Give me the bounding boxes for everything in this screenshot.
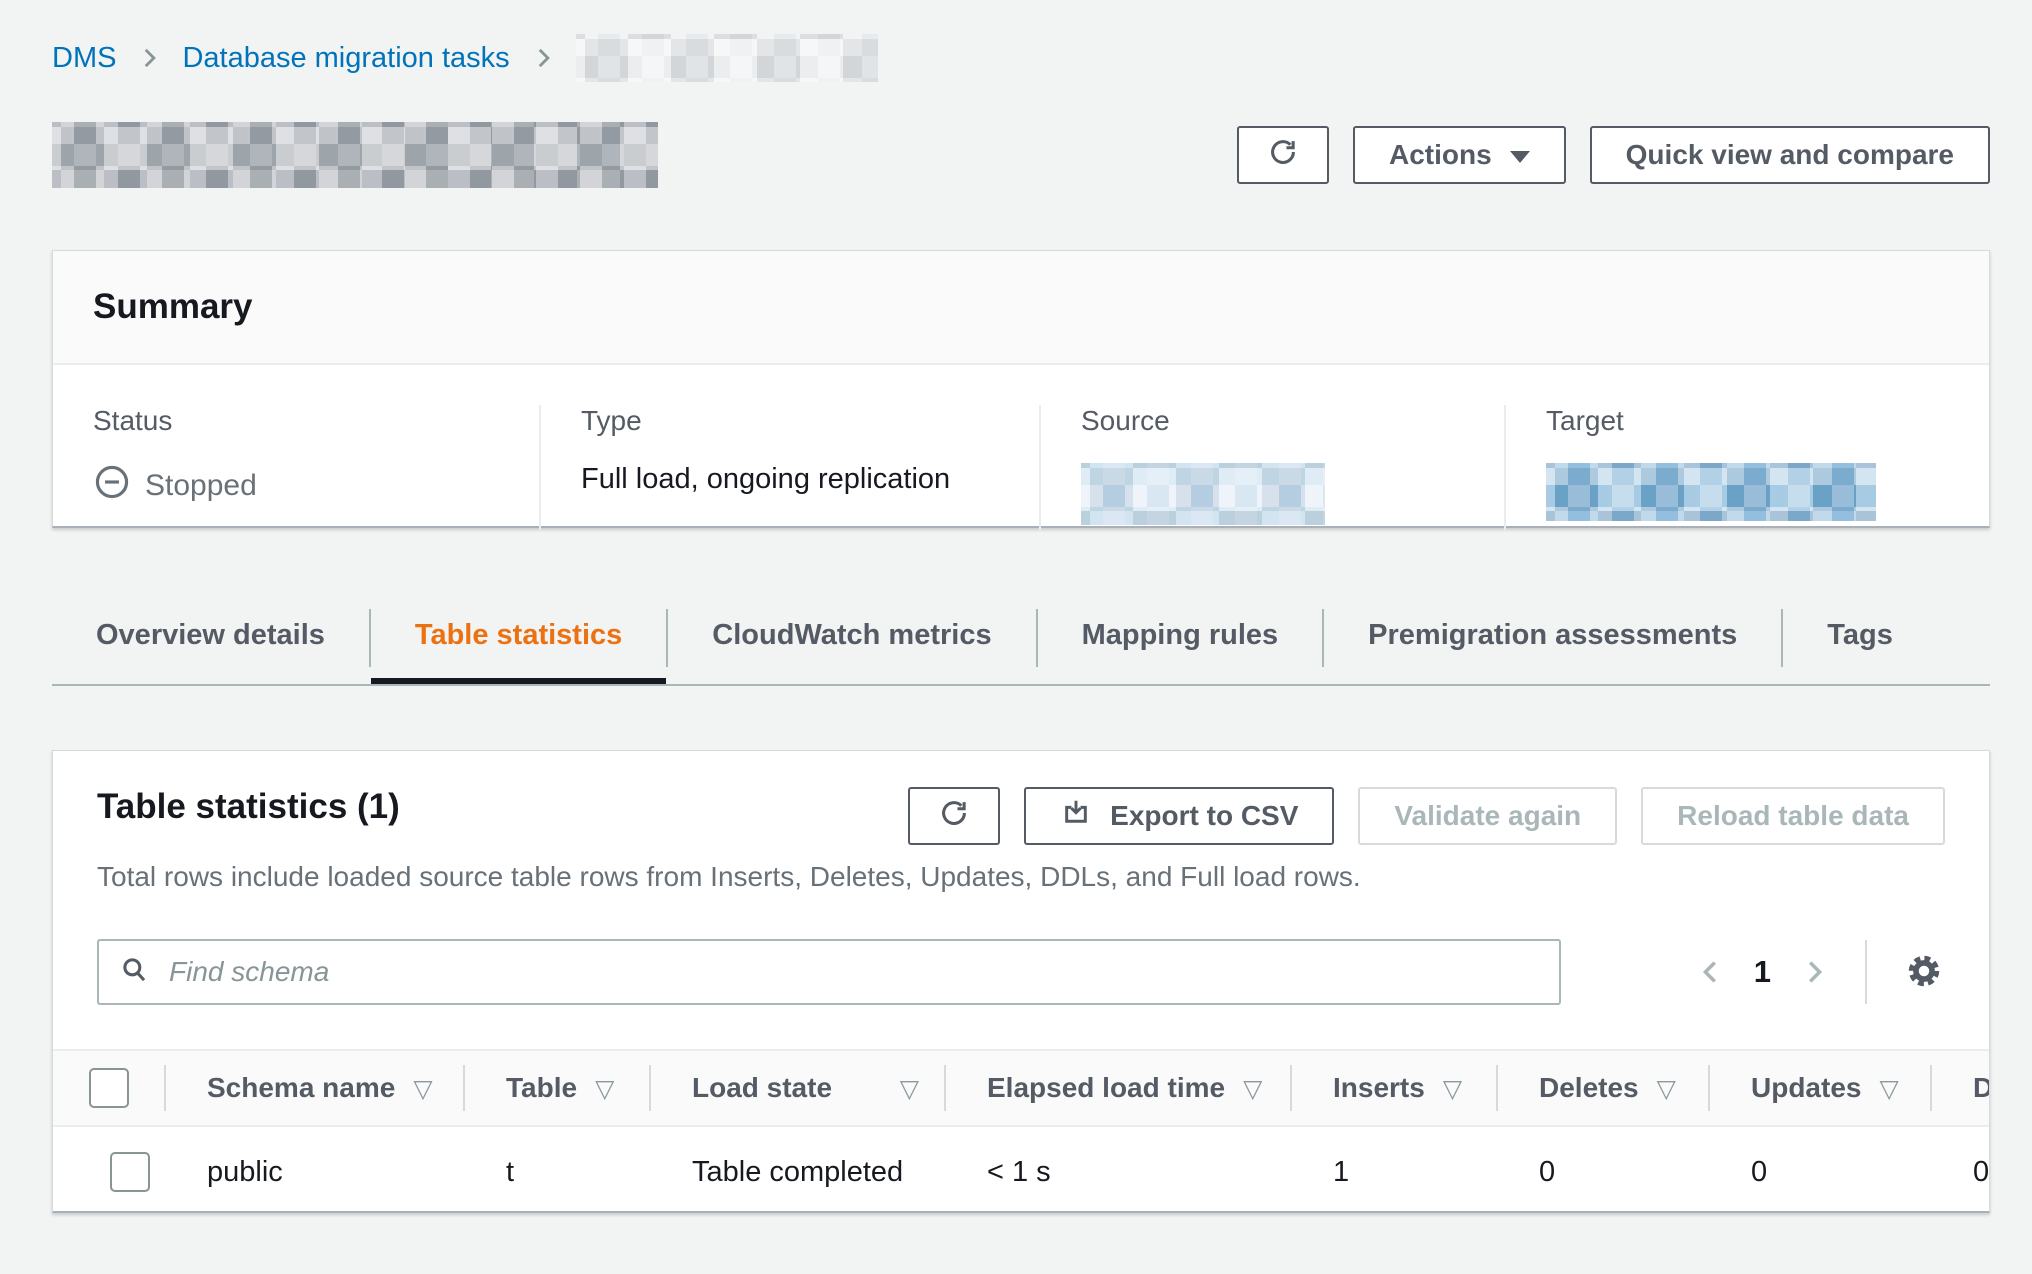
summary-field-target: Target <box>1504 405 1989 530</box>
type-label: Type <box>581 405 1039 437</box>
cell-load-state: Table completed <box>650 1127 945 1213</box>
table-statistics-card: Table statistics (1) Export to <box>52 750 1990 1213</box>
column-header-elapsed-load-time: Elapsed load time <box>945 1051 1291 1125</box>
cell-updates: 0 <box>1709 1127 1931 1213</box>
gear-icon <box>1903 950 1945 995</box>
breadcrumb: DMS Database migration tasks <box>52 34 878 82</box>
validate-again-label: Validate again <box>1394 800 1581 832</box>
cell-deletes: 0 <box>1497 1127 1709 1213</box>
chevron-right-icon <box>136 45 162 71</box>
page-header: Actions Quick view and compare <box>52 122 1990 188</box>
breadcrumb-link-dms[interactable]: DMS <box>52 42 116 75</box>
redacted-page-title <box>52 122 658 188</box>
tab-tags[interactable]: Tags <box>1783 592 1937 684</box>
column-header-load-state: Load state <box>650 1051 945 1125</box>
cell-elapsed-load-time: < 1 s <box>945 1127 1291 1213</box>
schema-search-input[interactable] <box>167 955 1539 989</box>
reload-table-data-button[interactable]: Reload table data <box>1641 787 1945 845</box>
sort-icon[interactable] <box>1879 1074 1898 1102</box>
redacted-source-endpoint-link[interactable] <box>1081 463 1325 525</box>
tab-bar: Overview details Table statistics CloudW… <box>52 592 1990 686</box>
summary-card: Summary Status Stopped Type Full load, o… <box>52 250 1990 528</box>
refresh-icon <box>938 797 970 836</box>
search-icon <box>119 954 151 991</box>
status-label: Status <box>93 405 539 437</box>
sort-icon[interactable] <box>595 1074 614 1102</box>
tab-mapping-rules[interactable]: Mapping rules <box>1038 592 1323 684</box>
redacted-task-name-breadcrumb <box>576 34 878 82</box>
sort-icon[interactable] <box>900 1074 919 1102</box>
tab-table-statistics[interactable]: Table statistics <box>371 592 666 684</box>
column-header-updates: Updates <box>1709 1051 1931 1125</box>
source-label: Source <box>1081 405 1504 437</box>
column-header-deletes: Deletes <box>1497 1051 1709 1125</box>
stopped-status-icon <box>93 463 131 509</box>
column-header-inserts: Inserts <box>1291 1051 1497 1125</box>
table-statistics-description: Total rows include loaded source table r… <box>53 861 1989 893</box>
refresh-icon <box>1267 136 1299 175</box>
download-icon <box>1060 797 1092 836</box>
previous-page-button[interactable] <box>1696 957 1726 987</box>
sort-icon[interactable] <box>1443 1074 1462 1102</box>
quick-view-and-compare-button[interactable]: Quick view and compare <box>1590 126 1990 184</box>
table-statistics-title: Table statistics (1) <box>97 787 400 827</box>
dms-task-page: DMS Database migration tasks Actions <box>0 0 2032 1274</box>
cell-table: t <box>464 1127 650 1213</box>
select-all-checkbox[interactable] <box>89 1068 129 1108</box>
row-checkbox[interactable] <box>110 1152 150 1192</box>
refresh-button[interactable] <box>1237 126 1329 184</box>
tab-cloudwatch-metrics[interactable]: CloudWatch metrics <box>668 592 1035 684</box>
chevron-right-icon <box>530 45 556 71</box>
toolbar-divider <box>1865 940 1867 1004</box>
export-to-csv-label: Export to CSV <box>1110 800 1298 832</box>
quick-view-label: Quick view and compare <box>1626 139 1954 171</box>
actions-button-label: Actions <box>1389 139 1492 171</box>
current-page-number[interactable]: 1 <box>1754 954 1771 990</box>
column-header-ddls: DDLs <box>1931 1051 1990 1125</box>
cell-ddls: 0 <box>1931 1127 1990 1213</box>
reload-table-data-label: Reload table data <box>1677 800 1909 832</box>
summary-title: Summary <box>93 287 253 327</box>
table-refresh-button[interactable] <box>908 787 1000 845</box>
sort-icon[interactable] <box>1243 1074 1262 1102</box>
status-value: Stopped <box>145 469 257 503</box>
summary-body: Status Stopped Type Full load, ongoing r… <box>53 365 1989 529</box>
redacted-target-endpoint-link[interactable] <box>1546 463 1876 521</box>
table-settings-button[interactable] <box>1903 950 1945 995</box>
breadcrumb-link-migration-tasks[interactable]: Database migration tasks <box>182 42 509 75</box>
cell-schema-name: public <box>165 1127 464 1213</box>
sort-icon[interactable] <box>413 1074 432 1102</box>
export-to-csv-button[interactable]: Export to CSV <box>1024 787 1334 845</box>
summary-card-header: Summary <box>53 251 1989 365</box>
pagination: 1 <box>1696 940 1945 1004</box>
summary-field-type: Type Full load, ongoing replication <box>539 405 1039 530</box>
type-value: Full load, ongoing replication <box>581 463 1039 496</box>
caret-down-icon <box>1510 151 1530 163</box>
actions-button[interactable]: Actions <box>1353 126 1566 184</box>
summary-field-status: Status Stopped <box>53 405 539 530</box>
column-header-table: Table <box>464 1051 650 1125</box>
next-page-button[interactable] <box>1799 957 1829 987</box>
summary-field-source: Source <box>1039 405 1504 530</box>
table-row: public t Table completed < 1 s 1 0 0 0 <box>53 1127 1990 1213</box>
table-statistics-table: Schema name Table Load state Elapsed loa… <box>53 1049 1990 1213</box>
sort-icon[interactable] <box>1657 1074 1676 1102</box>
table-header-row: Schema name Table Load state Elapsed loa… <box>53 1049 1990 1127</box>
tab-overview-details[interactable]: Overview details <box>52 592 369 684</box>
validate-again-button[interactable]: Validate again <box>1358 787 1617 845</box>
column-header-schema-name: Schema name <box>165 1051 464 1125</box>
schema-search-box <box>97 939 1561 1005</box>
target-label: Target <box>1546 405 1989 437</box>
tab-premigration-assessments[interactable]: Premigration assessments <box>1324 592 1781 684</box>
cell-inserts: 1 <box>1291 1127 1497 1213</box>
